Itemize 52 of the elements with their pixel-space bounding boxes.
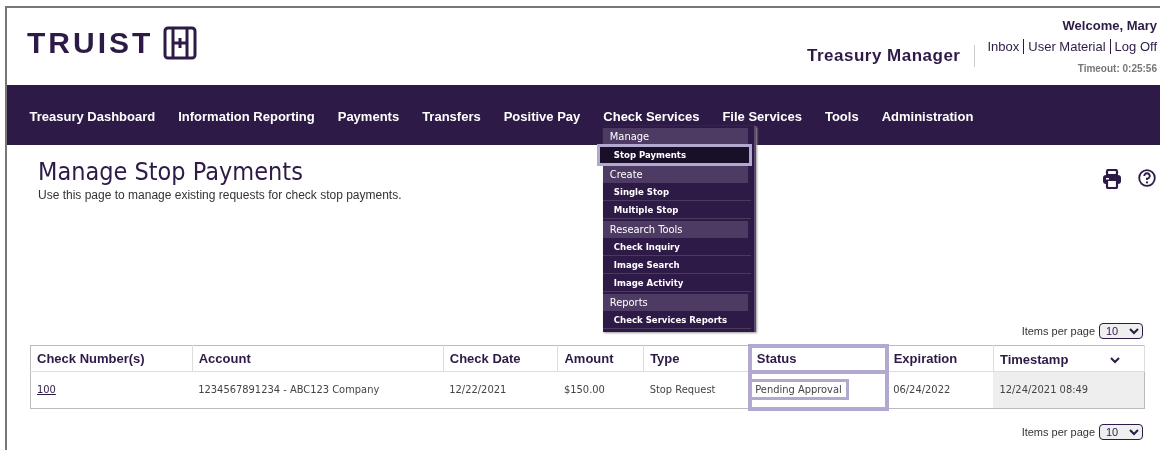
column-header: Check Number(s) xyxy=(30,345,193,372)
app-title: Treasury Manager xyxy=(806,44,976,67)
nav-tab[interactable]: Transfers xyxy=(410,107,493,125)
nav-tab[interactable]: Payments xyxy=(326,107,411,125)
column-header: Status xyxy=(750,345,888,372)
table-cell: Stop Request xyxy=(649,383,716,396)
menu-item[interactable]: Image Search xyxy=(602,255,751,274)
menu-item[interactable]: Check Inquiry xyxy=(602,237,751,256)
items-per-page-select[interactable]: 10 xyxy=(1099,424,1143,440)
nav-tab[interactable]: Tools xyxy=(813,107,871,125)
table-cell: 12/22/2021 xyxy=(449,383,507,396)
logo-icon xyxy=(163,26,198,60)
header-link[interactable]: User Material xyxy=(1023,39,1110,54)
timeout-text: Timeout: 0:25:56 xyxy=(1077,63,1157,74)
column-header: Expiration xyxy=(887,345,994,372)
help-icon[interactable] xyxy=(1138,169,1156,187)
header-link[interactable]: Inbox xyxy=(983,39,1024,54)
page-description: Use this page to manage existing requests for check stop payments. xyxy=(38,188,402,202)
print-icon[interactable] xyxy=(1102,169,1122,189)
nav-tab[interactable]: Administration xyxy=(870,107,985,125)
menu-item[interactable]: Stop Payments xyxy=(598,145,750,164)
column-header: Type xyxy=(643,345,751,372)
page-title: Manage Stop Payments xyxy=(38,157,303,186)
check-number-link[interactable]: 100 xyxy=(37,383,56,396)
column-header[interactable]: Timestamp xyxy=(993,345,1145,372)
column-header: Account xyxy=(192,345,444,372)
logo-text: TRUIST xyxy=(27,26,154,60)
nav-tab[interactable]: Information Reporting xyxy=(166,107,327,125)
column-header: Amount xyxy=(558,345,644,372)
welcome-text: Welcome, Mary xyxy=(1062,18,1157,33)
table-cell: 1234567891234 - ABC123 Company xyxy=(198,383,380,396)
nav-tab[interactable]: Positive Pay xyxy=(492,107,592,125)
items-per-page-label: Items per page xyxy=(1021,325,1095,337)
items-per-page-select[interactable]: 10 xyxy=(1099,323,1143,339)
header-link[interactable]: Log Off xyxy=(1109,39,1157,54)
column-header: Check Date xyxy=(443,345,558,372)
table-cell: $150.00 xyxy=(564,383,605,396)
table-cell: 06/24/2022 xyxy=(893,383,951,396)
menu-group-heading: Manage xyxy=(602,127,748,145)
menu-item[interactable]: Multiple Stop xyxy=(602,200,751,219)
menu-item[interactable]: Single Stop xyxy=(602,182,751,201)
menu-group-heading: Reports xyxy=(602,293,748,311)
items-per-page-label: Items per page xyxy=(1021,426,1095,438)
nav-tab[interactable]: File Services xyxy=(710,107,814,125)
nav-tab[interactable]: Check Services xyxy=(591,107,711,125)
table-cell: Pending Approval xyxy=(751,382,846,397)
table-cell: 12/24/2021 08:49 xyxy=(999,383,1089,396)
caret-icon[interactable] xyxy=(1110,357,1121,365)
menu-item[interactable]: Image Activity xyxy=(602,273,751,292)
menu-group-heading: Research Tools xyxy=(602,220,748,238)
nav-tab[interactable]: Treasury Dashboard xyxy=(18,107,167,125)
menu-item[interactable]: Check Services Reports xyxy=(602,310,751,329)
